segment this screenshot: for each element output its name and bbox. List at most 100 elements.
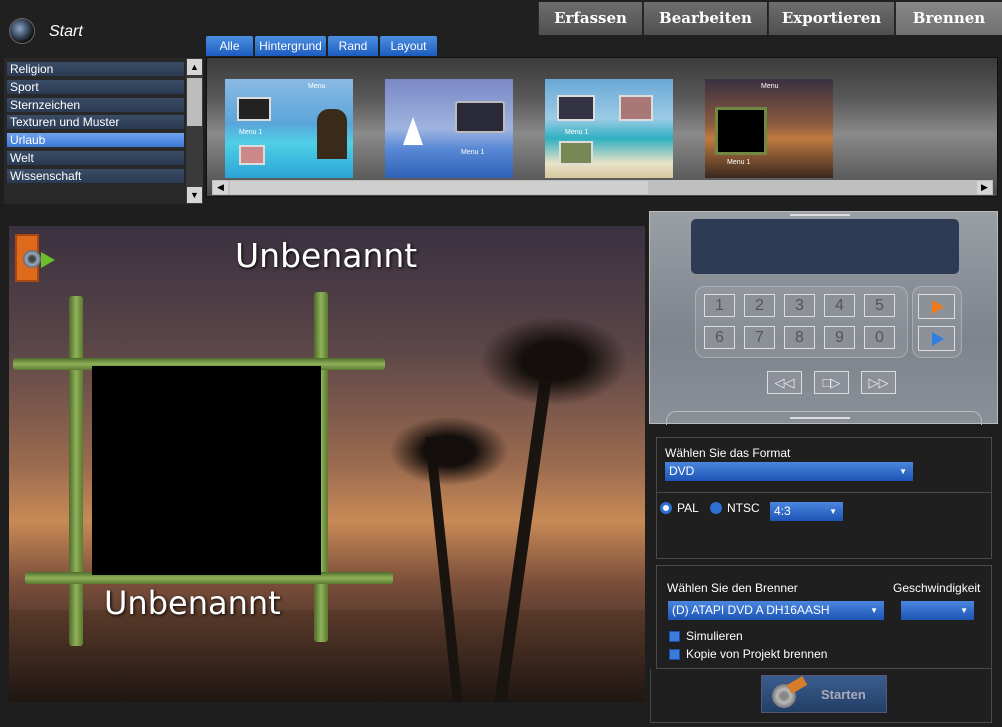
simulate-checkbox[interactable] [669, 631, 680, 642]
burner-panel: Wählen Sie den Brenner Geschwindigkeit (… [656, 565, 992, 669]
category-scrollbar[interactable]: ▲ ▼ [186, 58, 203, 204]
copy-project-label: Kopie von Projekt brennen [686, 647, 828, 661]
scroll-right-icon[interactable]: ▶ [977, 181, 992, 194]
thumbnail-frame [557, 95, 595, 121]
menu-button-text[interactable]: Unbenannt [104, 584, 281, 622]
sailboat-icon [403, 117, 423, 145]
palm-leaves [479, 316, 629, 406]
play-icon [932, 300, 944, 314]
key-4[interactable]: 4 [824, 294, 855, 317]
format-panel: Wählen Sie das Format DVD ▼ PAL NTSC 4:3 ▼ [656, 437, 992, 559]
tab-exportieren[interactable]: Exportieren [768, 2, 894, 35]
template-scrollbar[interactable]: ◀ ▶ [212, 180, 993, 195]
menu-preview[interactable]: Unbenannt Unbenannt [9, 226, 645, 702]
thumbnail-item-label: Menu 1 [461, 149, 485, 156]
play-orange-button[interactable] [918, 294, 955, 319]
remote-handle [790, 417, 850, 419]
filter-tab-rand[interactable]: Rand [328, 36, 378, 56]
stop-play-button[interactable]: □▷ [814, 371, 849, 394]
template-strip: Menu Menu 1 Menu 1 Menu 1 Menu Menu 1 ◀ … [206, 57, 998, 197]
category-item-welt[interactable]: Welt [7, 151, 184, 165]
tab-brennen[interactable]: Brennen [895, 2, 1002, 35]
filter-tab-alle[interactable]: Alle [206, 36, 253, 56]
format-value: DVD [669, 464, 695, 478]
people-silhouette [317, 109, 347, 159]
key-2[interactable]: 2 [744, 294, 775, 317]
play-blue-button[interactable] [918, 326, 955, 351]
format-select[interactable]: DVD ▼ [665, 462, 913, 481]
category-item-urlaub[interactable]: Urlaub [7, 133, 184, 147]
burner-select[interactable]: (D) ATAPI DVD A DH16AASH ▼ [668, 601, 884, 620]
key-1[interactable]: 1 [704, 294, 735, 317]
category-item-texturen[interactable]: Texturen und Muster [7, 115, 184, 129]
thumbnail-item-label: Menu 1 [565, 129, 589, 136]
ntsc-label: NTSC [727, 501, 760, 515]
remote-handle [790, 214, 850, 216]
rewind-button[interactable]: ◁◁ [767, 371, 802, 394]
chevron-down-icon: ▼ [899, 467, 907, 476]
thumbnail-frame [455, 101, 505, 133]
aspect-select[interactable]: 4:3 ▼ [770, 502, 843, 521]
chevron-down-icon: ▼ [829, 507, 837, 516]
template-thumbnail[interactable]: Menu Menu 1 [705, 79, 833, 178]
key-0[interactable]: 0 [864, 326, 895, 349]
burner-label: Wählen Sie den Brenner [667, 581, 798, 595]
pencil-icon [786, 676, 808, 694]
remote-display [691, 219, 959, 274]
scroll-down-icon[interactable]: ▼ [187, 187, 202, 203]
key-6[interactable]: 6 [704, 326, 735, 349]
fast-forward-button[interactable]: ▷▷ [861, 371, 896, 394]
tab-erfassen[interactable]: Erfassen [538, 2, 642, 35]
disc-logo-icon [9, 18, 35, 44]
scroll-thumb[interactable] [230, 181, 648, 194]
category-list: Religion Sport Sternzeichen Texturen und… [4, 58, 203, 204]
thumbnail-frame [237, 97, 271, 121]
key-3[interactable]: 3 [784, 294, 815, 317]
video-thumbnail-placeholder[interactable] [92, 366, 321, 575]
simulate-label: Simulieren [686, 629, 743, 643]
exit-door-icon[interactable] [15, 234, 55, 284]
thumbnail-frame [559, 141, 593, 165]
template-thumbnail[interactable]: Menu Menu 1 [225, 79, 353, 178]
category-item-sternzeichen[interactable]: Sternzeichen [7, 98, 184, 112]
play-pad [912, 286, 962, 358]
divider [657, 492, 991, 493]
thumbnail-frame [239, 145, 265, 165]
tab-bearbeiten[interactable]: Bearbeiten [643, 2, 767, 35]
pal-label: PAL [677, 501, 699, 515]
template-thumbnail[interactable]: Menu 1 [545, 79, 673, 178]
palm-leaves [389, 416, 509, 486]
copy-project-checkbox[interactable] [669, 649, 680, 660]
template-thumbnail[interactable]: Menu 1 [385, 79, 513, 178]
thumbnail-frame [619, 95, 653, 121]
scroll-up-icon[interactable]: ▲ [187, 59, 202, 75]
thumbnail-item-label: Menu 1 [727, 159, 751, 166]
scroll-thumb[interactable] [187, 78, 202, 126]
category-item-religion[interactable]: Religion [7, 62, 184, 76]
category-item-sport[interactable]: Sport [7, 80, 184, 94]
play-icon [932, 332, 944, 346]
key-5[interactable]: 5 [864, 294, 895, 317]
key-7[interactable]: 7 [744, 326, 775, 349]
top-bar: Start Erfassen Bearbeiten Exportieren Br… [0, 0, 1002, 60]
pal-radio[interactable] [660, 502, 672, 514]
key-9[interactable]: 9 [824, 326, 855, 349]
speed-select[interactable]: ▼ [901, 601, 974, 620]
key-8[interactable]: 8 [784, 326, 815, 349]
filter-tab-layout[interactable]: Layout [380, 36, 437, 56]
chevron-down-icon: ▼ [870, 606, 878, 615]
ntsc-radio[interactable] [710, 502, 722, 514]
start-button[interactable]: Starten [761, 675, 887, 713]
chevron-down-icon: ▼ [960, 606, 968, 615]
category-item-wissenschaft[interactable]: Wissenschaft [7, 169, 184, 183]
filter-tab-hintergrund[interactable]: Hintergrund [255, 36, 326, 56]
bamboo-frame-left [69, 296, 83, 646]
thumbnail-item-label: Menu 1 [239, 129, 263, 136]
thumbnail-title: Menu [761, 83, 779, 90]
start-label: Starten [821, 687, 866, 702]
burner-value: (D) ATAPI DVD A DH16AASH [672, 603, 830, 617]
format-label: Wählen Sie das Format [665, 446, 791, 460]
thumbnail-frame [715, 107, 767, 155]
scroll-left-icon[interactable]: ◀ [213, 181, 228, 194]
menu-title-text[interactable]: Unbenannt [235, 236, 417, 275]
